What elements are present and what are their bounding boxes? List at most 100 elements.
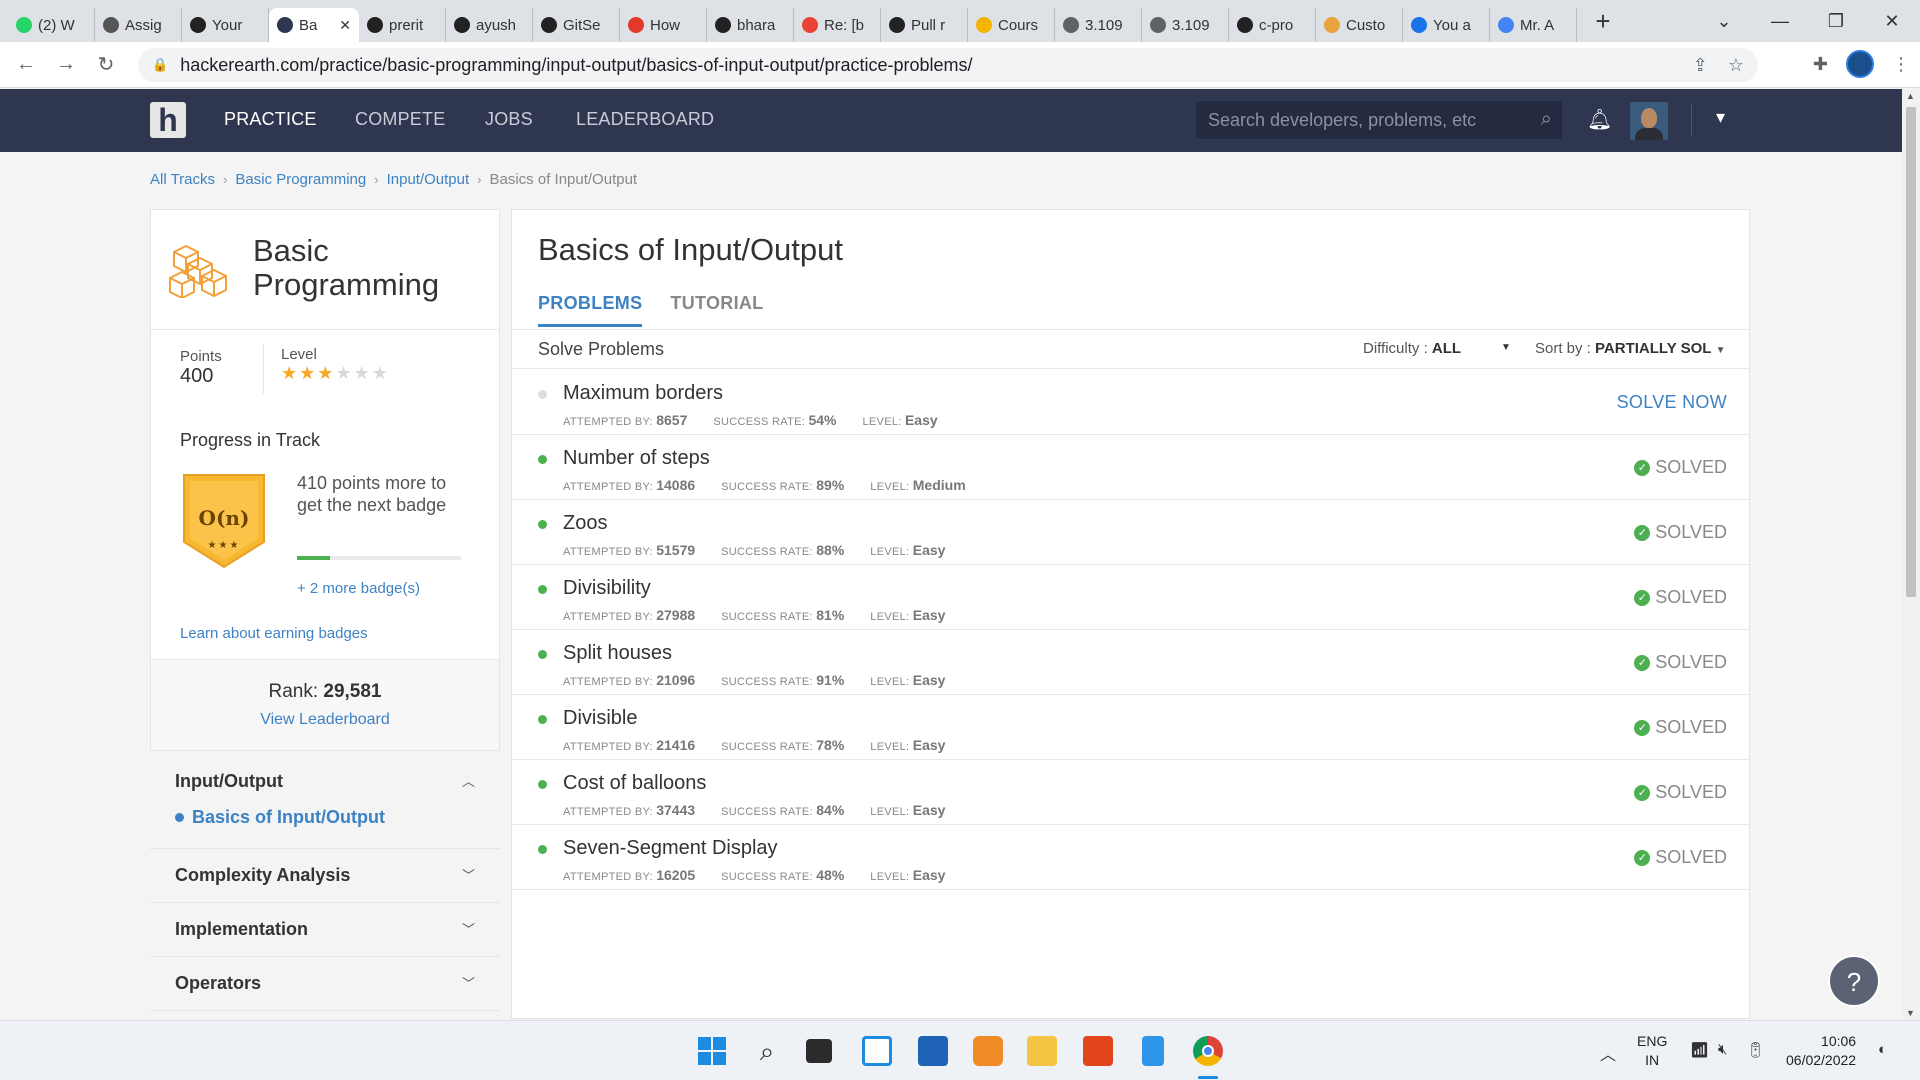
browser-menu-icon[interactable]: ⋮ <box>1892 54 1910 75</box>
breadcrumb-input-output[interactable]: Input/Output <box>387 171 470 188</box>
subtopic-basics-of-input-output[interactable]: Basics of Input/Output <box>175 807 475 828</box>
browser-tab[interactable]: How <box>620 8 707 42</box>
browser-tab[interactable]: 3.109 <box>1055 8 1142 42</box>
url-text[interactable]: hackerearth.com/practice/basic-programmi… <box>180 55 972 76</box>
share-icon[interactable]: ⇪ <box>1693 55 1708 76</box>
nav-leaderboard[interactable]: LEADERBOARD <box>576 109 714 130</box>
section-implementation[interactable]: Implementation ﹀ <box>150 903 500 957</box>
tab-close-icon[interactable]: ✕ <box>339 17 351 34</box>
problem-name[interactable]: Divisible <box>563 707 637 730</box>
problem-row[interactable]: Maximum borders ATTEMPTED BY: 8657 SUCCESS… <box>512 370 1749 435</box>
xampp-icon[interactable] <box>973 1036 1003 1066</box>
wifi-icon[interactable]: 📶︎ <box>1690 1041 1709 1059</box>
battery-icon[interactable]: 🔋︎ <box>1746 1041 1765 1059</box>
browser-tab[interactable]: c-pro <box>1229 8 1316 42</box>
browser-tab[interactable]: prerit <box>359 8 446 42</box>
scroll-up-icon[interactable]: ▲ <box>1906 91 1915 101</box>
browser-tab[interactable]: (2) W <box>8 8 95 42</box>
section-complexity-analysis[interactable]: Complexity Analysis ﹀ <box>150 849 500 903</box>
search-icon[interactable]: ⌕ <box>752 1036 782 1066</box>
help-button[interactable]: ? <box>1828 955 1880 1007</box>
lock-icon[interactable]: 🔒 <box>152 57 168 73</box>
bookmark-star-icon[interactable]: ☆ <box>1728 55 1744 76</box>
browser-tab[interactable]: bhara <box>707 8 794 42</box>
chevron-up-icon[interactable]: ︿ <box>462 771 475 790</box>
system-clock[interactable]: 10:06 06/02/2022 <box>1786 1032 1856 1070</box>
task-view-icon[interactable] <box>806 1039 832 1063</box>
minimize-button[interactable]: — <box>1752 11 1808 32</box>
volume-muted-icon[interactable]: 🔇︎ <box>1718 1041 1727 1058</box>
chevron-down-icon[interactable]: ﹀ <box>462 919 475 938</box>
view-leaderboard-link[interactable]: View Leaderboard <box>151 711 499 729</box>
tab-tutorial[interactable]: TUTORIAL <box>670 293 763 327</box>
section-operators[interactable]: Operators ﹀ <box>150 957 500 1011</box>
account-dropdown-icon[interactable]: ▾ <box>1716 107 1725 128</box>
problem-row[interactable]: Divisibility ATTEMPTED BY: 27988 SUCCESS R… <box>512 565 1749 630</box>
learn-badges-link[interactable]: Learn about earning badges <box>180 625 368 642</box>
new-tab-button[interactable]: + <box>1583 6 1623 37</box>
user-avatar[interactable] <box>1630 102 1668 140</box>
problem-row[interactable]: Seven-Segment Display ATTEMPTED BY: 16205… <box>512 825 1749 890</box>
windows-start-icon[interactable] <box>697 1036 727 1066</box>
reload-icon[interactable]: ↻ <box>86 52 126 77</box>
browser-tab[interactable]: GitSe <box>533 8 620 42</box>
difficulty-caret-icon[interactable]: ▼ <box>1501 342 1511 353</box>
problem-name[interactable]: Zoos <box>563 512 607 535</box>
problem-name[interactable]: Divisibility <box>563 577 651 600</box>
problem-name[interactable]: Maximum borders <box>563 382 723 405</box>
problem-row[interactable]: Divisible ATTEMPTED BY: 21416 SUCCESS RATE… <box>512 695 1749 760</box>
scroll-thumb[interactable] <box>1906 107 1916 597</box>
sort-caret-icon[interactable]: ▼ <box>1716 345 1726 356</box>
chevron-down-icon[interactable]: ﹀ <box>462 865 475 884</box>
notifications-icon[interactable]: ◐ <box>1878 1041 1887 1058</box>
browser-tab[interactable]: Pull r <box>881 8 968 42</box>
tab-problems[interactable]: PROBLEMS <box>538 293 643 327</box>
notepad-icon[interactable] <box>1142 1036 1164 1066</box>
more-badges-link[interactable]: + 2 more badge(s) <box>297 580 420 597</box>
forward-icon[interactable]: → <box>46 53 86 76</box>
office-icon[interactable] <box>1083 1036 1113 1066</box>
tab-search-icon[interactable]: ⌄ <box>1696 11 1752 32</box>
sort-by-filter[interactable]: Sort by : PARTIALLY SOL ▼ <box>1535 340 1726 357</box>
problem-name[interactable]: Seven-Segment Display <box>563 837 778 860</box>
browser-tab[interactable]: ayush <box>446 8 533 42</box>
back-icon[interactable]: ← <box>6 53 46 76</box>
input-language[interactable]: ENG IN <box>1637 1032 1667 1070</box>
site-search-input[interactable]: Search developers, problems, etc ⌕ <box>1196 101 1562 139</box>
problem-row[interactable]: Cost of balloons ATTEMPTED BY: 37443 SUCCE… <box>512 760 1749 825</box>
browser-tab-active[interactable]: Ba ✕ <box>269 8 359 42</box>
problem-row[interactable]: Number of steps ATTEMPTED BY: 14086 SUCCES… <box>512 435 1749 500</box>
chrome-icon[interactable] <box>1193 1036 1223 1066</box>
problem-name[interactable]: Split houses <box>563 642 672 665</box>
maximize-button[interactable]: ❐ <box>1808 11 1864 32</box>
solve-now-button[interactable]: SOLVE NOW <box>1617 392 1727 413</box>
browser-tab[interactable]: Custo <box>1316 8 1403 42</box>
problem-name[interactable]: Number of steps <box>563 447 710 470</box>
problem-name[interactable]: Cost of balloons <box>563 772 706 795</box>
browser-tab[interactable]: Re: [b <box>794 8 881 42</box>
browser-tab[interactable]: You a <box>1403 8 1490 42</box>
file-explorer-icon[interactable] <box>1027 1036 1057 1066</box>
browser-tab[interactable]: 3.109 <box>1142 8 1229 42</box>
close-window-button[interactable]: ✕ <box>1864 11 1920 32</box>
browser-tab[interactable]: Assig <box>95 8 182 42</box>
tray-expand-icon[interactable]: ︿ <box>1600 1041 1616 1065</box>
nav-practice[interactable]: PRACTICE <box>224 109 317 130</box>
nav-compete[interactable]: COMPETE <box>355 109 445 130</box>
problem-row[interactable]: Zoos ATTEMPTED BY: 51579 SUCCESS RATE: 88%… <box>512 500 1749 565</box>
browser-tab[interactable]: Cours <box>968 8 1055 42</box>
section-input-output[interactable]: Input/Output ︿ Basics of Input/Output <box>150 755 500 849</box>
widgets-icon[interactable] <box>862 1036 892 1066</box>
breadcrumb-basic-programming[interactable]: Basic Programming <box>235 171 366 188</box>
nav-jobs[interactable]: JOBS <box>485 109 533 130</box>
chevron-down-icon[interactable]: ﹀ <box>462 973 475 992</box>
scroll-down-icon[interactable]: ▼ <box>1906 1008 1915 1018</box>
page-scrollbar[interactable]: ▲ ▼ <box>1902 89 1920 1020</box>
search-icon[interactable]: ⌕ <box>1541 108 1552 131</box>
breadcrumb-all-tracks[interactable]: All Tracks <box>150 171 215 188</box>
difficulty-filter[interactable]: Difficulty : ALL <box>1363 340 1461 357</box>
notification-bell-icon[interactable]: 🔔︎ <box>1587 107 1612 132</box>
store-icon[interactable] <box>918 1036 948 1066</box>
browser-tab[interactable]: Mr. A <box>1490 8 1577 42</box>
browser-tab[interactable]: Your <box>182 8 269 42</box>
